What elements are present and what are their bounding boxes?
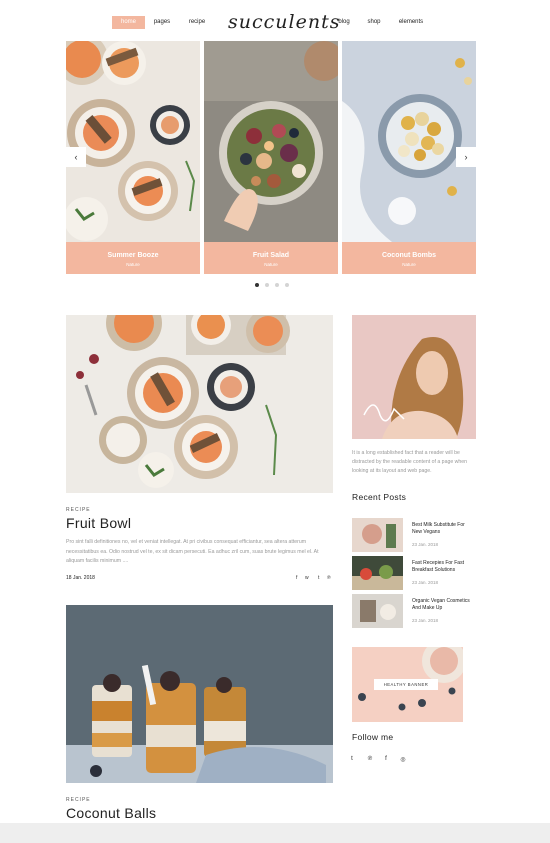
slide-title[interactable]: Coconut Bombs — [342, 252, 476, 259]
recent-post-thumbnail — [352, 556, 403, 590]
recent-post-date: 23 Jan. 2018 — [412, 542, 439, 547]
post-title[interactable]: Fruit Bowl — [66, 515, 131, 531]
pinterest-icon[interactable]: ℗ — [366, 756, 374, 762]
twitter-icon[interactable]: ᴡ — [305, 575, 309, 581]
chevron-right-icon: › — [464, 152, 468, 162]
recent-post-date: 23 Jan. 2018 — [412, 580, 439, 585]
slide-caption: Coconut Bombs Nature — [342, 242, 476, 274]
nav-recipe[interactable]: recipe — [183, 16, 211, 29]
instagram-icon[interactable]: ◎ — [399, 756, 407, 763]
healthy-banner[interactable]: HEALTHY BANNER — [352, 647, 463, 722]
slider-dot[interactable] — [275, 283, 279, 287]
post-image[interactable] — [66, 605, 333, 783]
post-category[interactable]: RECIPE — [66, 797, 91, 803]
recent-post-item[interactable]: Best Milk Substitute For New Vegans 23 J… — [352, 518, 476, 552]
nav-blog[interactable]: blog — [334, 16, 354, 29]
slide-tag[interactable]: Nature — [66, 262, 200, 267]
chevron-left-icon: ‹ — [74, 152, 78, 162]
slide-fruit-salad[interactable]: Fruit Salad Nature — [204, 41, 338, 274]
slider-pagination — [253, 283, 293, 289]
recent-post-title[interactable]: Best Milk Substitute For New Vegans — [412, 522, 476, 536]
recent-post-title[interactable]: Organic Vegan Cosmetics And Make Up — [412, 598, 476, 612]
post-excerpt: Pro sint falli definitiones no, vel et v… — [66, 539, 319, 564]
slider-prev-button[interactable]: ‹ — [66, 147, 86, 167]
site-logo[interactable]: succulents — [228, 8, 339, 38]
slide-image — [342, 41, 476, 242]
nav-shop[interactable]: shop — [364, 16, 384, 29]
recent-post-item[interactable]: Organic Vegan Cosmetics And Make Up 23 J… — [352, 594, 476, 628]
tumblr-icon[interactable]: t — [348, 756, 356, 762]
featured-slider: Summer Booze Nature Fruit Salad Nature C… — [66, 41, 476, 274]
recent-post-date: 23 Jan. 2018 — [412, 618, 439, 623]
slide-tag[interactable]: Nature — [204, 262, 338, 267]
recent-post-title[interactable]: Fast Recepies For Fast Breakfast Solutio… — [412, 560, 476, 574]
post-date: 18 Jan. 2018 — [66, 575, 95, 581]
slide-caption: Summer Booze Nature — [66, 242, 200, 274]
recent-posts-heading: Recent Posts — [352, 492, 407, 502]
post-category[interactable]: RECIPE — [66, 507, 91, 513]
slider-next-button[interactable]: › — [456, 147, 476, 167]
author-photo — [352, 315, 476, 439]
recent-post-item[interactable]: Fast Recepies For Fast Breakfast Solutio… — [352, 556, 476, 590]
facebook-icon[interactable]: f — [296, 575, 297, 581]
slider-dot[interactable] — [265, 283, 269, 287]
slider-dot[interactable] — [285, 283, 289, 287]
slider-dot[interactable] — [255, 283, 259, 287]
tumblr-icon[interactable]: t — [318, 575, 319, 581]
about-text: It is a long established fact that a rea… — [352, 450, 468, 474]
facebook-icon[interactable]: f — [382, 756, 390, 762]
slide-tag[interactable]: Nature — [342, 262, 476, 267]
nav-pages[interactable]: pages — [150, 16, 174, 29]
slide-caption: Fruit Salad Nature — [204, 242, 338, 274]
follow-me-heading: Follow me — [352, 732, 394, 742]
recent-post-thumbnail — [352, 518, 403, 552]
slide-image — [66, 41, 200, 242]
nav-elements[interactable]: elements — [395, 16, 427, 29]
slide-title[interactable]: Fruit Salad — [204, 252, 338, 259]
slide-image — [204, 41, 338, 242]
main-nav: home pages recipe succulents blog shop e… — [0, 0, 550, 44]
slide-title[interactable]: Summer Booze — [66, 252, 200, 259]
banner-label: HEALTHY BANNER — [374, 679, 438, 690]
post-title[interactable]: Coconut Balls — [66, 805, 156, 821]
pinterest-icon[interactable]: ℗ — [327, 575, 331, 581]
footer-band — [0, 823, 550, 843]
post-image[interactable] — [66, 315, 333, 493]
slide-summer-booze[interactable]: Summer Booze Nature — [66, 41, 200, 274]
nav-home[interactable]: home — [112, 16, 145, 29]
recent-post-thumbnail — [352, 594, 403, 628]
